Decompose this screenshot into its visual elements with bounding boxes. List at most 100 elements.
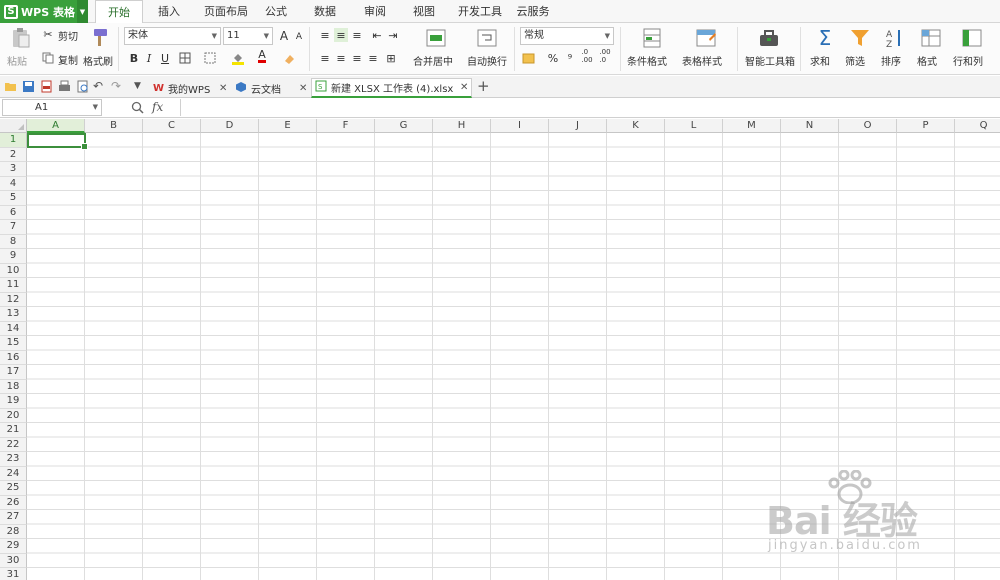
row-header-1[interactable]: 1 xyxy=(0,133,27,148)
merge-center-button[interactable]: 合并居中 xyxy=(413,53,453,68)
font-size-select[interactable]: 11 ▼ xyxy=(223,27,273,45)
select-all-corner[interactable] xyxy=(0,119,27,133)
doc-tab-cloud-docs[interactable]: 云文档 ✕ xyxy=(232,78,310,98)
tab-data[interactable]: 数据 xyxy=(309,0,341,23)
increase-decimal-button[interactable]: .0 .00 xyxy=(580,48,594,64)
wrap-text-icon[interactable] xyxy=(476,27,498,49)
align-left-icon[interactable]: ≡ xyxy=(318,51,332,65)
chevron-down-icon[interactable]: ▼ xyxy=(134,80,147,93)
row-header-30[interactable]: 30 xyxy=(0,553,27,568)
row-header-13[interactable]: 13 xyxy=(0,307,27,322)
row-header-5[interactable]: 5 xyxy=(0,191,27,206)
tab-view[interactable]: 视图 xyxy=(408,0,440,23)
insert-function-button[interactable]: fx xyxy=(152,100,163,114)
row-header-21[interactable]: 21 xyxy=(0,423,27,438)
copy-icon[interactable] xyxy=(41,51,55,65)
column-header-I[interactable]: I xyxy=(491,119,549,133)
underline-button[interactable]: U xyxy=(158,51,172,65)
row-header-17[interactable]: 17 xyxy=(0,365,27,380)
chevron-down-icon[interactable]: ▼ xyxy=(77,0,88,23)
font-name-select[interactable]: 宋体 ▼ xyxy=(124,27,221,45)
tab-cloud-service[interactable]: 云服务 xyxy=(511,0,555,23)
grow-font-icon[interactable]: A xyxy=(277,29,291,43)
row-header-25[interactable]: 25 xyxy=(0,481,27,496)
open-folder-icon[interactable] xyxy=(4,80,17,93)
column-header-K[interactable]: K xyxy=(607,119,665,133)
column-header-J[interactable]: J xyxy=(549,119,607,133)
table-style-icon[interactable] xyxy=(695,27,717,49)
tab-insert[interactable]: 插入 xyxy=(153,0,185,23)
row-header-26[interactable]: 26 xyxy=(0,495,27,510)
zoom-magnifier-icon[interactable] xyxy=(131,101,144,114)
sum-button[interactable]: 求和 xyxy=(810,53,830,68)
row-header-11[interactable]: 11 xyxy=(0,278,27,293)
sort-icon[interactable]: AZ xyxy=(884,27,906,50)
print-preview-icon[interactable] xyxy=(76,80,89,93)
format-painter-button[interactable]: 格式刷 xyxy=(83,53,113,68)
close-icon[interactable]: ✕ xyxy=(299,83,307,94)
formula-input[interactable] xyxy=(180,99,998,116)
print-icon[interactable] xyxy=(58,80,71,93)
merge-border-icon[interactable] xyxy=(203,51,217,65)
bold-button[interactable]: B xyxy=(127,51,141,65)
row-header-15[interactable]: 15 xyxy=(0,336,27,351)
scissors-icon[interactable]: ✂ xyxy=(41,27,55,41)
new-tab-plus-icon[interactable]: + xyxy=(477,79,490,94)
row-header-4[interactable]: 4 xyxy=(0,176,27,191)
row-header-3[interactable]: 3 xyxy=(0,162,27,177)
row-header-7[interactable]: 7 xyxy=(0,220,27,235)
row-header-18[interactable]: 18 xyxy=(0,379,27,394)
sum-icon[interactable]: Σ xyxy=(814,27,836,49)
filter-button[interactable]: 筛选 xyxy=(845,53,865,68)
paste-button-label[interactable]: 粘贴 xyxy=(7,53,27,68)
smart-toolbox-button[interactable]: 智能工具箱 xyxy=(745,53,795,68)
row-header-8[interactable]: 8 xyxy=(0,234,27,249)
row-col-button[interactable]: 行和列 xyxy=(953,53,983,68)
indent-decrease-icon[interactable]: ⇤ xyxy=(370,28,384,42)
row-header-31[interactable]: 31 xyxy=(0,568,27,580)
doc-tab-my-wps[interactable]: W 我的WPS ✕ xyxy=(150,78,230,98)
doc-tab-workbook[interactable]: S 新建 XLSX 工作表 (4).xlsx ✕ xyxy=(311,78,472,98)
indent-increase-icon[interactable]: ⇥ xyxy=(386,28,400,42)
conditional-format-button[interactable]: 条件格式 xyxy=(627,53,667,68)
close-icon[interactable]: ✕ xyxy=(460,82,468,93)
format-button[interactable]: 格式 xyxy=(917,53,937,68)
tab-developer[interactable]: 开发工具 xyxy=(452,0,508,23)
row-header-28[interactable]: 28 xyxy=(0,524,27,539)
merge-center-icon[interactable] xyxy=(425,27,447,49)
tab-home[interactable]: 开始 xyxy=(95,0,143,24)
tab-formulas[interactable]: 公式 xyxy=(260,0,292,23)
currency-icon[interactable] xyxy=(521,51,535,65)
redo-icon[interactable]: ↷ xyxy=(111,80,124,93)
toolbox-icon[interactable] xyxy=(758,27,780,49)
column-header-Q[interactable]: Q xyxy=(955,119,1000,133)
row-header-19[interactable]: 19 xyxy=(0,394,27,409)
close-icon[interactable]: ✕ xyxy=(219,83,227,94)
format-icon[interactable] xyxy=(920,27,942,49)
number-format-select[interactable]: 常规 ▼ xyxy=(520,27,614,45)
row-header-24[interactable]: 24 xyxy=(0,466,27,481)
percent-button[interactable]: % xyxy=(546,51,560,65)
filter-icon[interactable] xyxy=(849,27,871,49)
column-header-A[interactable]: A xyxy=(27,119,85,133)
distributed-icon[interactable]: ⊞ xyxy=(384,51,398,65)
row-header-14[interactable]: 14 xyxy=(0,321,27,336)
align-center-icon[interactable]: ≡ xyxy=(334,51,348,65)
column-header-D[interactable]: D xyxy=(201,119,259,133)
clear-format-icon[interactable] xyxy=(282,51,296,65)
row-header-20[interactable]: 20 xyxy=(0,408,27,423)
row-col-icon[interactable] xyxy=(961,27,983,49)
active-cell-A1[interactable] xyxy=(27,133,88,150)
column-header-N[interactable]: N xyxy=(781,119,839,133)
column-header-B[interactable]: B xyxy=(85,119,143,133)
align-top-icon[interactable]: ≡ xyxy=(318,28,332,42)
row-header-2[interactable]: 2 xyxy=(0,147,27,162)
comma-style-button[interactable]: ⁹ xyxy=(563,51,577,65)
conditional-format-icon[interactable] xyxy=(641,27,663,49)
column-header-C[interactable]: C xyxy=(143,119,201,133)
font-color-icon[interactable]: A xyxy=(255,49,269,63)
cut-button[interactable]: 剪切 xyxy=(58,28,78,43)
shrink-font-icon[interactable]: A xyxy=(292,30,306,44)
row-header-10[interactable]: 10 xyxy=(0,263,27,278)
fill-color-icon[interactable] xyxy=(231,51,245,65)
